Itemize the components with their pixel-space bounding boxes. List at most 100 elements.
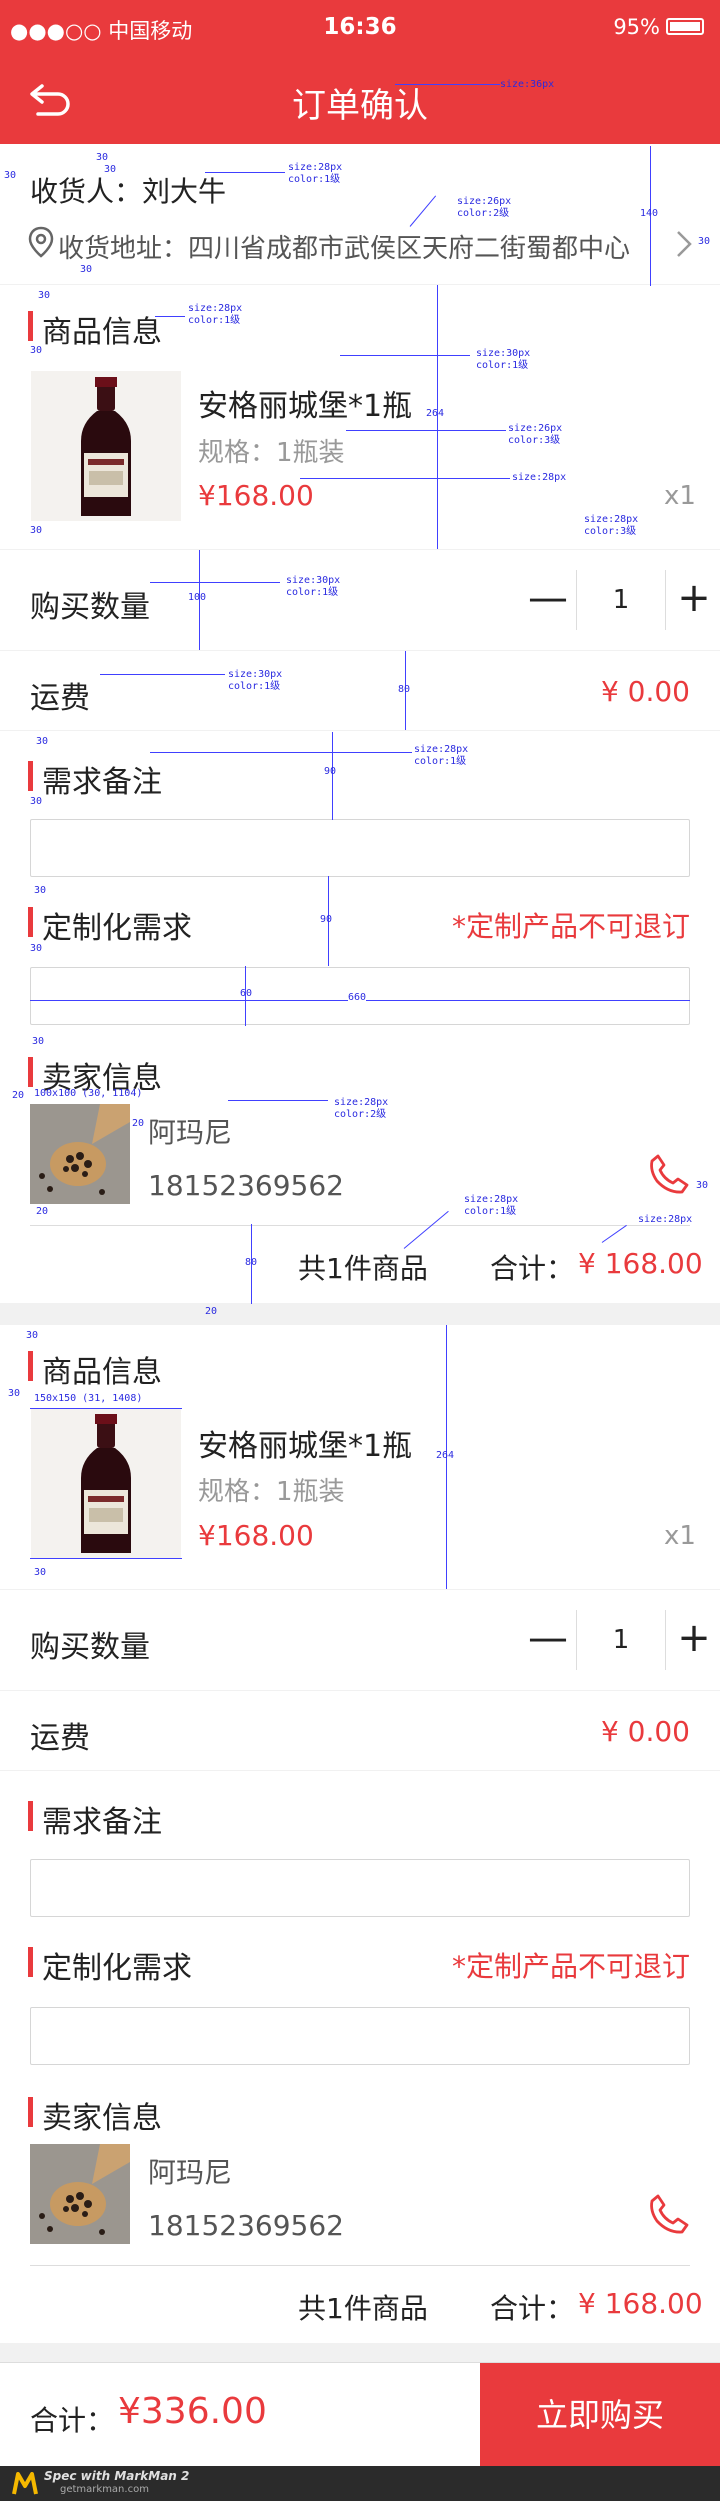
total-items: 共1件商品: [298, 1252, 428, 1285]
section-accent-bar: [28, 1947, 33, 1977]
annotation: size:30px color:1级: [228, 669, 283, 692]
product-image[interactable]: [31, 1408, 181, 1558]
annotation-leader: [205, 172, 285, 173]
remark-section-1: 需求备注 定制化需求 *定制产品不可退订 卖家信息 阿玛尼 1815236956…: [0, 731, 720, 1303]
minus-button[interactable]: —: [520, 570, 576, 630]
annotation-leader: [30, 1558, 182, 1559]
product-spec: 规格：1瓶装: [198, 438, 345, 468]
section-title: 商品信息: [28, 307, 162, 351]
annotation-leader: [155, 316, 185, 317]
seller-image[interactable]: [30, 1104, 130, 1204]
annotation: 30: [30, 943, 43, 954]
total-label: 合计：: [490, 2292, 575, 2325]
annotation: size:26px color:2级: [457, 196, 512, 219]
annotation-leader: [100, 674, 225, 675]
product-image[interactable]: [31, 371, 181, 521]
annotation: size:28px color:1级: [464, 1194, 519, 1217]
section-title: 需求备注: [28, 1797, 162, 1841]
product-name: 安格丽城堡*1瓶: [198, 389, 413, 424]
grand-total-value: ¥336.00: [118, 2391, 267, 2432]
annotation: 30: [32, 1036, 45, 1047]
quantity-stepper[interactable]: — 1 +: [520, 570, 720, 630]
seller-image[interactable]: [30, 2144, 130, 2244]
checkout-bar: 合计： ¥336.00 立即购买: [0, 2362, 720, 2467]
remark-input[interactable]: [30, 1859, 690, 1917]
section-accent-bar: [28, 311, 33, 341]
annotation: 20: [12, 1090, 25, 1101]
annotation: size:28px color:2级: [334, 1097, 389, 1120]
minus-button[interactable]: —: [520, 1610, 576, 1670]
plus-button[interactable]: +: [666, 1610, 720, 1670]
annotation: 140: [640, 208, 659, 219]
section-title-label: 需求备注: [42, 765, 162, 800]
quantity-value[interactable]: 1: [577, 1610, 665, 1670]
section-title-label: 商品信息: [42, 315, 162, 350]
annotation: 30: [30, 525, 43, 536]
annotation: 90: [324, 766, 337, 777]
annotation: 30: [96, 152, 109, 163]
seller-phone: 18152369562: [148, 1169, 344, 1202]
section-accent-bar: [28, 1057, 33, 1087]
annotation: 30: [80, 264, 93, 275]
section-accent-bar: [28, 1801, 33, 1831]
seller-name: 阿玛尼: [148, 2156, 233, 2189]
annotation: 30: [8, 1388, 21, 1399]
product-price: ¥168.00: [198, 479, 314, 512]
annotation: size:30px color:1级: [286, 575, 341, 598]
markman-site: getmarkman.com: [60, 2484, 149, 2495]
battery-percent: 95%: [613, 15, 660, 39]
section-accent-bar: [28, 1351, 33, 1381]
annotation: 30: [38, 290, 51, 301]
annotation-leader: [300, 478, 510, 479]
annotation: 30: [698, 236, 711, 247]
phone-icon[interactable]: [648, 2193, 690, 2235]
product-quantity: x1: [664, 481, 696, 511]
custom-note: *定制产品不可退订: [451, 910, 690, 943]
spoon-image: [30, 1104, 130, 1204]
clock: 16:36: [323, 14, 397, 40]
plus-button[interactable]: +: [666, 570, 720, 630]
annotation: 60: [240, 988, 253, 999]
annotation-leader: [30, 1408, 182, 1409]
custom-input[interactable]: [30, 2007, 690, 2065]
chevron-right-icon[interactable]: [676, 230, 692, 258]
annotation: size:36px: [500, 79, 555, 90]
annotation: 264: [426, 408, 445, 419]
annotation: size:26px color:3级: [508, 423, 563, 446]
annotation-leader: [228, 1100, 328, 1101]
buy-now-button[interactable]: 立即购买: [480, 2363, 720, 2467]
quantity-value[interactable]: 1: [577, 570, 665, 630]
annotation-leader: [340, 355, 470, 356]
section-title-label: 定制化需求: [42, 911, 192, 946]
annotation: size:30px color:1级: [476, 348, 531, 371]
seller-name: 阿玛尼: [148, 1116, 233, 1149]
total-items: 共1件商品: [298, 2292, 428, 2325]
page-title: 订单确认: [292, 86, 428, 126]
spoon-image: [30, 2144, 130, 2244]
annotation: 30: [34, 1567, 47, 1578]
annotation: size:28px: [512, 472, 567, 483]
section-title: 定制化需求: [28, 1943, 192, 1987]
markman-logo-icon: [12, 2472, 38, 2495]
wine-bottle-image: [31, 371, 181, 521]
phone-icon[interactable]: [648, 1153, 690, 1195]
remark-input[interactable]: [30, 819, 690, 877]
annotation: size:28px color:3级: [584, 514, 639, 537]
shipping-label: 运费: [30, 1721, 90, 1756]
product-spec: 规格：1瓶装: [198, 1477, 345, 1507]
section-title: 商品信息: [28, 1347, 162, 1391]
annotation: 100: [188, 592, 207, 603]
annotation: size:28px color:1级: [188, 303, 243, 326]
divider: [30, 1225, 690, 1226]
shipping-row-1: 运费 ¥ 0.00: [0, 651, 720, 730]
annotation: 30: [34, 885, 47, 896]
annotation: 20: [205, 1306, 218, 1317]
section-title-label: 定制化需求: [42, 1951, 192, 1986]
nav-bar: 订单确认: [0, 56, 720, 144]
section-title: 定制化需求: [28, 903, 192, 947]
location-pin-icon: [28, 226, 54, 258]
buy-count-row-1: 购买数量 — 1 +: [0, 550, 720, 650]
section-accent-bar: [28, 761, 33, 791]
section-title-label: 商品信息: [42, 1355, 162, 1390]
quantity-stepper[interactable]: — 1 +: [520, 1610, 720, 1670]
